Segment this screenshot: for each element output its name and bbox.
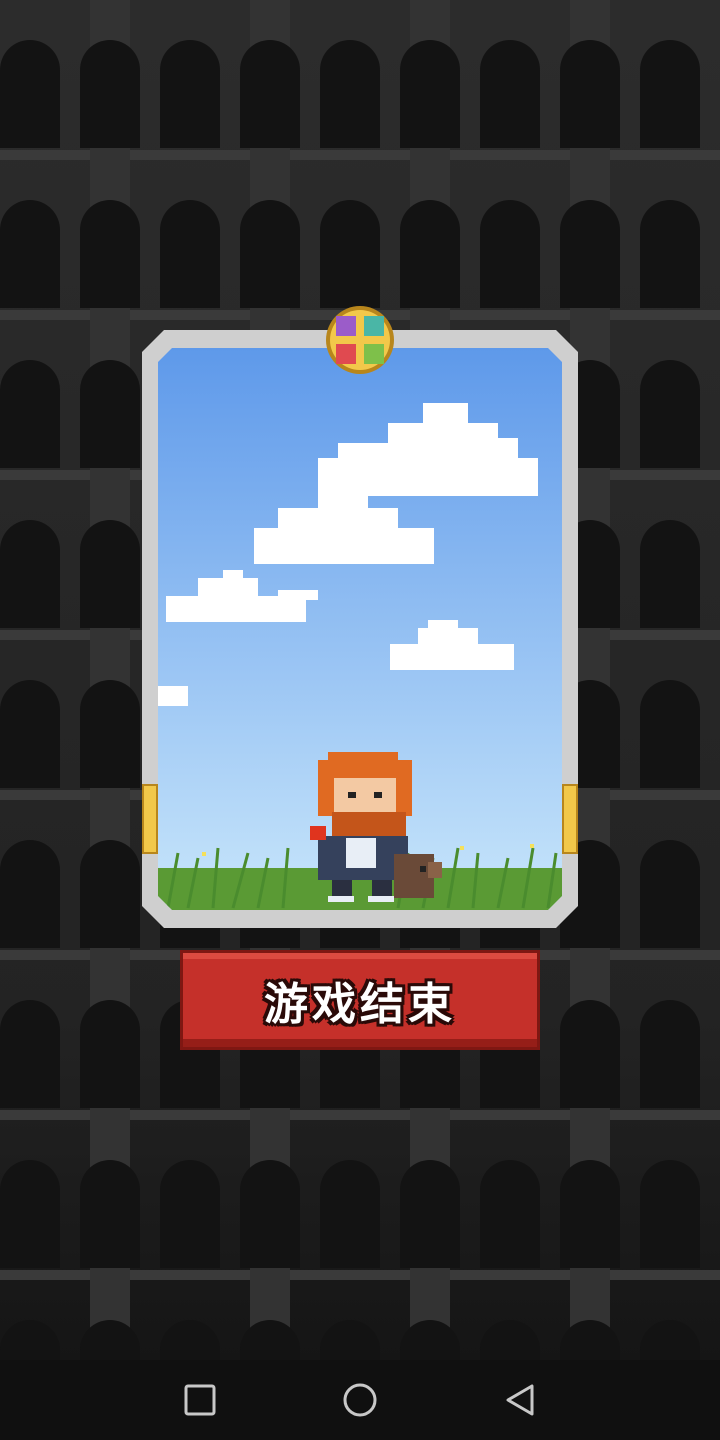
cloud-5: [158, 686, 188, 706]
card-left-gold-tab: [142, 784, 158, 854]
home-circle-icon[interactable]: [340, 1380, 380, 1420]
four-color-cross-emblem-icon: [326, 306, 394, 374]
recents-square-icon[interactable]: [180, 1380, 220, 1420]
card-right-gold-tab: [562, 784, 578, 854]
game-over-label: 游戏结束: [264, 979, 456, 1030]
back-triangle-icon[interactable]: [500, 1380, 540, 1420]
card-scene: [158, 348, 562, 910]
game-over-button[interactable]: 游戏结束: [180, 950, 540, 1050]
sky-scene: [158, 348, 562, 910]
system-nav-bar: [0, 1360, 720, 1440]
